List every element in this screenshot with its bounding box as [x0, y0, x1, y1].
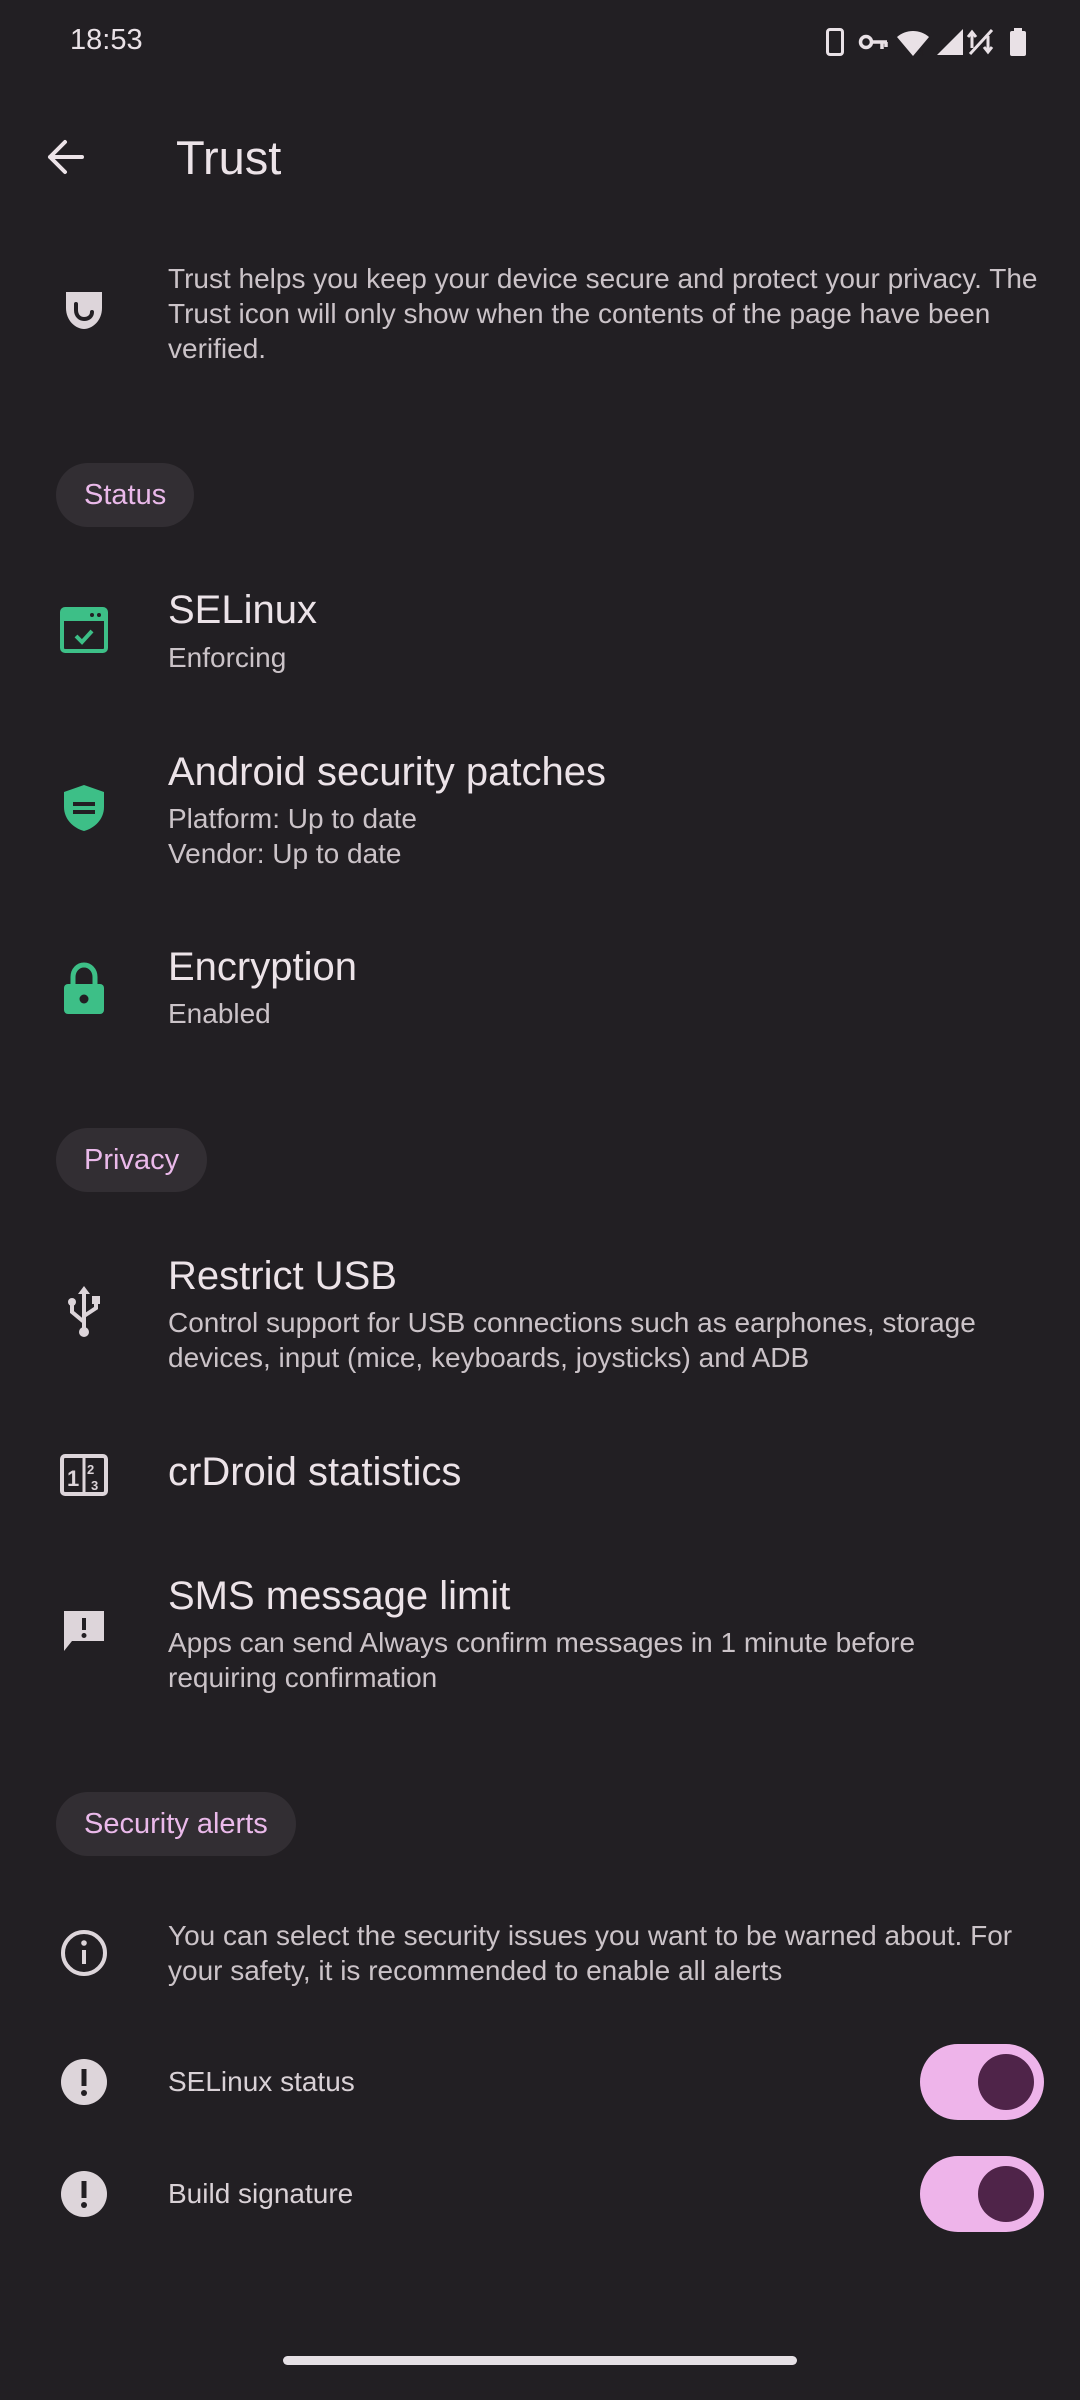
- no-data-icon: [966, 28, 996, 61]
- security-alerts-section-chip: Security alerts: [56, 1792, 296, 1856]
- platform-patch-status: Platform: Up to date: [168, 803, 418, 834]
- toggle-knob: [978, 2166, 1034, 2222]
- arrow-back-icon: [48, 140, 84, 174]
- intro-text: Trust helps you keep your device secure …: [168, 263, 1038, 364]
- encryption-title: Encryption: [168, 945, 357, 989]
- status-time: 18:53: [70, 24, 143, 56]
- selinux-window-icon: [50, 596, 118, 664]
- alert-icon: [50, 2160, 118, 2228]
- selinux-status-toggle[interactable]: [920, 2044, 1044, 2120]
- status-section-chip: Status: [56, 463, 195, 527]
- security-alerts-info: You can select the security issues you w…: [168, 1920, 1013, 1986]
- battery-icon: [1010, 28, 1026, 61]
- svg-text:4: 4: [918, 48, 924, 57]
- encryption-summary: Enabled: [168, 998, 271, 1029]
- build-signature-toggle[interactable]: [920, 2156, 1044, 2232]
- selinux-summary: Enforcing: [168, 642, 287, 673]
- svg-text:1: 1: [67, 1466, 79, 1491]
- restrict-usb-summary: Control support for USB connections such…: [168, 1307, 976, 1373]
- vpn-key-icon: [858, 32, 888, 57]
- info-icon: [50, 1919, 118, 1987]
- svg-text:2: 2: [87, 1462, 94, 1477]
- signal-icon: [936, 28, 964, 61]
- vendor-patch-status: Vendor: Up to date: [168, 838, 402, 869]
- sms-message-limit-title: SMS message limit: [168, 1574, 511, 1618]
- restrict-usb-title: Restrict USB: [168, 1254, 397, 1298]
- privacy-section-chip: Privacy: [56, 1128, 208, 1192]
- gesture-navigation-bar[interactable]: [283, 2356, 797, 2365]
- toggle-knob: [978, 2054, 1034, 2110]
- usb-icon: [50, 1278, 118, 1346]
- sms-alert-icon: [50, 1597, 118, 1665]
- shield-icon: [50, 774, 118, 842]
- build-signature-label: Build signature: [168, 2178, 354, 2209]
- alert-icon: [50, 2048, 118, 2116]
- wifi-icon: 4: [896, 29, 930, 62]
- crdroid-statistics-title: crDroid statistics: [168, 1450, 462, 1494]
- back-button[interactable]: [30, 122, 100, 192]
- statistics-icon: 123: [50, 1441, 118, 1509]
- phone-icon: [826, 28, 844, 61]
- page-title: Trust: [176, 131, 282, 184]
- trust-shield-icon: [50, 276, 118, 344]
- selinux-status-label: SELinux status: [168, 2066, 355, 2097]
- security-patches-title: Android security patches: [168, 750, 607, 794]
- selinux-title: SELinux: [168, 588, 317, 632]
- lock-icon: [50, 955, 118, 1023]
- svg-text:3: 3: [91, 1478, 98, 1493]
- sms-message-limit-summary: Apps can send Always confirm messages in…: [168, 1627, 916, 1693]
